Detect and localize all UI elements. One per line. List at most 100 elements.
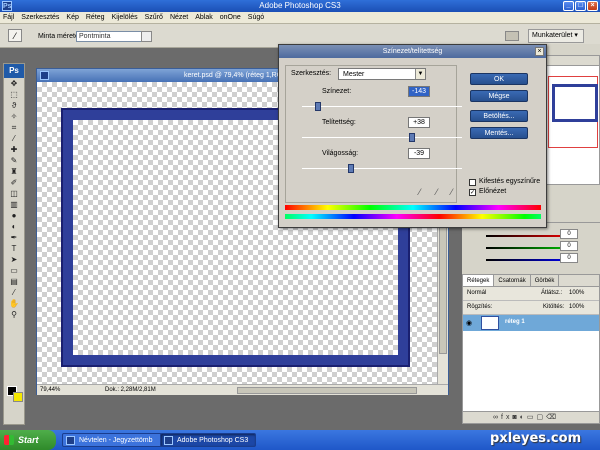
taskbar-item-label: Adobe Photoshop CS3 bbox=[177, 437, 249, 444]
healing-tool-icon[interactable]: ✚ bbox=[4, 144, 24, 155]
layer-row[interactable]: ◉ réteg 1 bbox=[463, 315, 599, 331]
notes-tool-icon[interactable]: ▤ bbox=[4, 276, 24, 287]
load-button[interactable]: Betöltés... bbox=[470, 110, 528, 122]
folder-icon[interactable]: ▭ bbox=[527, 414, 537, 421]
green-value[interactable]: 0 bbox=[560, 241, 578, 251]
taskbar-item-notepad[interactable]: Névtelen - Jegyzettömb bbox=[62, 433, 162, 447]
input-spectrum-bar bbox=[285, 205, 541, 210]
chevron-down-icon[interactable]: ▼ bbox=[415, 69, 425, 79]
horizontal-scrollbar[interactable] bbox=[237, 387, 417, 394]
photoshop-icon bbox=[164, 436, 173, 445]
saturation-slider-track[interactable] bbox=[302, 137, 462, 138]
menu-view[interactable]: Nézet bbox=[170, 14, 188, 21]
blur-tool-icon[interactable]: ● bbox=[4, 210, 24, 221]
notepad-icon bbox=[66, 436, 75, 445]
workspace-icon[interactable] bbox=[505, 31, 519, 41]
menu-file[interactable]: Fájl bbox=[3, 14, 14, 21]
close-button[interactable]: × bbox=[587, 1, 598, 11]
saturation-slider-thumb[interactable] bbox=[409, 133, 416, 142]
sample-size-select[interactable]: Pontminta bbox=[76, 31, 148, 42]
shape-tool-icon[interactable]: ▭ bbox=[4, 265, 24, 276]
maximize-button[interactable]: □ bbox=[575, 1, 586, 11]
brush-tool-icon[interactable]: ✎ bbox=[4, 155, 24, 166]
minimize-button[interactable]: _ bbox=[563, 1, 574, 11]
navigator-tabs[interactable] bbox=[546, 56, 599, 66]
stamp-tool-icon[interactable]: ♜ bbox=[4, 166, 24, 177]
history-brush-icon[interactable]: ✐ bbox=[4, 177, 24, 188]
taskbar-item-photoshop[interactable]: Adobe Photoshop CS3 bbox=[160, 433, 256, 447]
trash-icon[interactable]: ⌫ bbox=[546, 414, 559, 421]
fx-icon[interactable]: fx bbox=[501, 414, 512, 421]
document-icon bbox=[40, 71, 49, 80]
path-select-icon[interactable]: ➤ bbox=[4, 254, 24, 265]
hue-slider-track[interactable] bbox=[302, 106, 462, 107]
eye-icon[interactable]: ◉ bbox=[466, 319, 472, 327]
menu-window[interactable]: Ablak bbox=[195, 14, 213, 21]
menu-select[interactable]: Kijelölés bbox=[112, 14, 138, 21]
eyedropper-icon[interactable]: ⁄ bbox=[8, 29, 22, 42]
zoom-level[interactable]: 79,44% bbox=[40, 385, 60, 395]
output-spectrum-bar bbox=[285, 214, 541, 219]
chevron-down-icon[interactable] bbox=[141, 31, 152, 42]
slice-tool-icon[interactable]: ⁄ bbox=[4, 133, 24, 144]
blend-mode-select[interactable]: Normál bbox=[467, 290, 486, 296]
menu-layer[interactable]: Réteg bbox=[86, 14, 105, 21]
type-tool-icon[interactable]: T bbox=[4, 243, 24, 254]
blend-row: Normál Átlátsz.: 100% bbox=[463, 287, 599, 301]
crop-tool-icon[interactable]: ⌗ bbox=[4, 122, 24, 133]
menu-edit[interactable]: Szerkesztés bbox=[21, 14, 59, 21]
red-value[interactable]: 0 bbox=[560, 229, 578, 239]
ok-button[interactable]: OK bbox=[470, 73, 528, 85]
navigator-thumbnail bbox=[552, 84, 598, 122]
layers-tabs: Rétegek Csatornák Görbék bbox=[463, 275, 599, 287]
pen-tool-icon[interactable]: ✒ bbox=[4, 232, 24, 243]
new-layer-icon[interactable]: ▢ bbox=[537, 414, 547, 421]
link-icon[interactable]: ∞ bbox=[493, 414, 501, 421]
saturation-input[interactable]: +38 bbox=[408, 117, 430, 128]
lasso-tool-icon[interactable]: ϑ bbox=[4, 100, 24, 111]
hand-tool-icon[interactable]: ✋ bbox=[4, 298, 24, 309]
edit-select[interactable]: Mester ▼ bbox=[338, 68, 426, 80]
hue-input[interactable]: -143 bbox=[408, 86, 430, 97]
hue-slider-thumb[interactable] bbox=[315, 102, 322, 111]
tab-curves[interactable]: Görbék bbox=[531, 275, 560, 286]
lightness-input[interactable]: -39 bbox=[408, 148, 430, 159]
dialog-title[interactable]: Színezet/telítettség × bbox=[279, 45, 546, 58]
blue-value[interactable]: 0 bbox=[560, 253, 578, 263]
taskbar-item-label: Névtelen - Jegyzettömb bbox=[79, 437, 153, 444]
eyedropper-icon[interactable]: ⁄ bbox=[419, 187, 421, 197]
opacity-input[interactable]: 100% bbox=[569, 290, 584, 296]
document-title: keret.psd @ 79,4% (réteg 1,RGB bbox=[184, 72, 287, 79]
layer-name[interactable]: réteg 1 bbox=[505, 319, 525, 325]
eyedropper-tool-icon[interactable]: ⁄ bbox=[4, 287, 24, 298]
tab-layers[interactable]: Rétegek bbox=[463, 275, 495, 286]
dodge-tool-icon[interactable]: ◐ bbox=[4, 221, 24, 232]
menu-filter[interactable]: Szűrő bbox=[145, 14, 163, 21]
save-button[interactable]: Mentés... bbox=[470, 127, 528, 139]
adjustment-icon[interactable]: ◐ bbox=[520, 414, 527, 421]
cancel-button[interactable]: Mégse bbox=[470, 90, 528, 102]
menu-onone[interactable]: onOne bbox=[220, 14, 241, 21]
menu-image[interactable]: Kép bbox=[66, 14, 78, 21]
mask-icon[interactable]: ◙ bbox=[512, 414, 519, 421]
eyedropper-minus-icon[interactable]: ⁄ bbox=[451, 187, 453, 197]
eyedropper-plus-icon[interactable]: ⁄ bbox=[436, 187, 438, 197]
menu-help[interactable]: Súgó bbox=[248, 14, 264, 21]
dialog-close-button[interactable]: × bbox=[535, 47, 544, 56]
move-tool-icon[interactable]: ✥ bbox=[4, 78, 24, 89]
zoom-tool-icon[interactable]: ⚲ bbox=[4, 309, 24, 320]
fill-input[interactable]: 100% bbox=[569, 304, 584, 310]
colorize-checkbox[interactable] bbox=[469, 179, 476, 186]
lightness-slider-track[interactable] bbox=[302, 168, 462, 169]
gradient-tool-icon[interactable]: ▥ bbox=[4, 199, 24, 210]
start-button[interactable]: Start bbox=[0, 430, 56, 450]
preview-checkbox[interactable]: ✓ bbox=[469, 189, 476, 196]
workspace-button[interactable]: Munkaterület ▾ bbox=[528, 29, 584, 43]
eraser-tool-icon[interactable]: ◫ bbox=[4, 188, 24, 199]
marquee-tool-icon[interactable]: ⬚ bbox=[4, 89, 24, 100]
lightness-slider-thumb[interactable] bbox=[347, 164, 354, 173]
background-color-swatch[interactable] bbox=[13, 392, 23, 402]
tab-channels[interactable]: Csatornák bbox=[494, 275, 531, 286]
color-panel bbox=[462, 222, 600, 270]
magic-wand-icon[interactable]: ✧ bbox=[4, 111, 24, 122]
